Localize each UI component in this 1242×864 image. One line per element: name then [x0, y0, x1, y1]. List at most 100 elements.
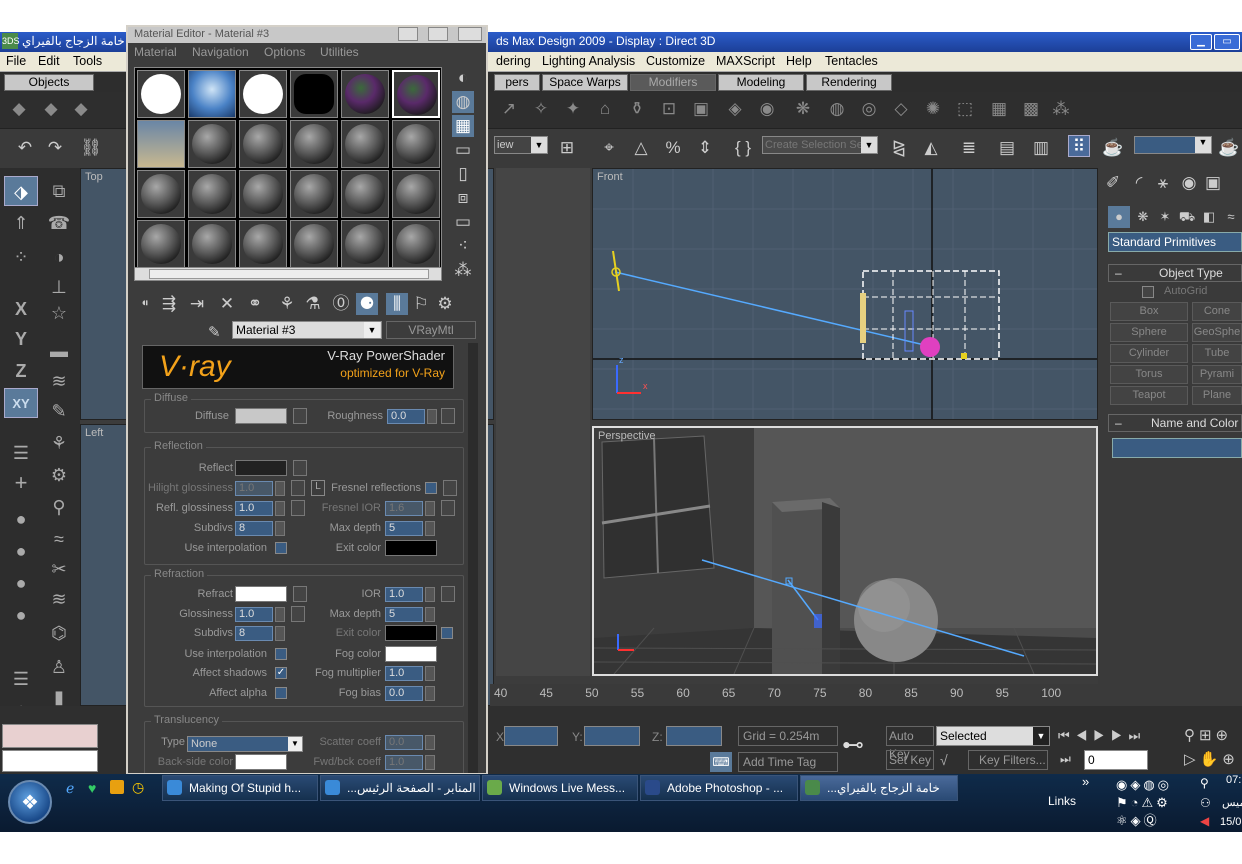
show-map-icon[interactable]: ⓪	[330, 293, 352, 315]
bulb-icon[interactable]: ●	[4, 600, 38, 630]
hierarchy-tab-icon[interactable]: ⚹	[1152, 172, 1174, 194]
messenger-icon[interactable]: ♥	[88, 780, 96, 796]
uv-tiling-icon[interactable]: ▭	[452, 139, 474, 161]
ribbon-tool-icon[interactable]: ◆	[8, 98, 30, 120]
sample-slot[interactable]	[341, 220, 389, 268]
sample-slot-scrollbar[interactable]	[134, 267, 442, 281]
paint-icon[interactable]: ⚘	[42, 428, 76, 458]
refr-exit-color-swatch[interactable]	[385, 625, 437, 641]
material-name-field[interactable]: Material #3	[232, 321, 382, 339]
curve-editor-icon[interactable]: ▤	[996, 137, 1018, 159]
fresnel-ior-map-button[interactable]	[441, 500, 455, 516]
refr-exit-color-checkbox[interactable]	[441, 627, 453, 639]
hilight-spinner[interactable]	[275, 481, 285, 496]
add-time-tag[interactable]: Add Time Tag	[738, 752, 838, 772]
lights-icon[interactable]: ✶	[1154, 206, 1176, 228]
sample-slot[interactable]	[341, 70, 389, 118]
make-unique-icon[interactable]: ⚭	[244, 293, 266, 315]
refract-color-swatch[interactable]	[235, 586, 287, 602]
taskbar-item-3dsmax[interactable]: ...خامة الزجاج بالفيراي	[800, 775, 958, 801]
diffuse-map-button[interactable]	[293, 408, 307, 424]
refl-glossiness-value[interactable]: 1.0	[235, 501, 273, 516]
chevron-down-icon[interactable]: ▼	[364, 322, 380, 338]
put-to-scene-icon[interactable]: ⇶	[158, 293, 180, 315]
roughness-map-button[interactable]	[441, 408, 455, 424]
edit-named-sets-icon[interactable]: { }	[732, 137, 754, 159]
options-icon[interactable]: ▭	[452, 211, 474, 233]
ribbon-tool-icon[interactable]: ⌂	[594, 98, 616, 120]
me-menu-options[interactable]: Options	[264, 45, 305, 59]
ie-icon[interactable]: ℯ	[66, 780, 74, 797]
pick-from-object-icon[interactable]: ⚙	[434, 293, 456, 315]
select-object-icon[interactable]: ⬗	[4, 176, 38, 206]
links-toolbar[interactable]: Links	[1048, 794, 1076, 808]
autogrid-checkbox[interactable]	[1142, 286, 1154, 298]
angle-snap-icon[interactable]: △	[630, 137, 652, 159]
name-color-rollout[interactable]: – Name and Color	[1108, 414, 1242, 432]
selection-set-dropdown[interactable]: Create Selection Se ▼	[762, 136, 878, 154]
reflect-map-button[interactable]	[293, 460, 307, 476]
taskbar-item-ie[interactable]: Making Of Stupid h...	[162, 775, 318, 801]
menu-edit[interactable]: Edit	[38, 54, 60, 68]
sample-slot[interactable]	[137, 220, 185, 268]
modify-tab-icon[interactable]: ◜	[1128, 172, 1150, 194]
material-navigator-icon[interactable]: ⁂	[452, 259, 474, 281]
coord-z-field[interactable]	[666, 726, 722, 746]
geometry-icon[interactable]: ●	[1108, 206, 1130, 228]
menu-customize[interactable]: Customize	[646, 54, 705, 68]
tab-rendering[interactable]: Rendering	[806, 74, 892, 91]
refl-exit-color-swatch[interactable]	[385, 540, 437, 556]
sample-slot[interactable]	[239, 120, 287, 168]
coord-x-field[interactable]	[504, 726, 558, 746]
ribbon-tool-icon[interactable]: ✦	[562, 98, 584, 120]
me-menu-utilities[interactable]: Utilities	[320, 45, 359, 59]
tab-modeling[interactable]: Modeling	[718, 74, 804, 91]
key-filters-button[interactable]: Key Filters...	[968, 750, 1048, 770]
clock-app-icon[interactable]: ◷	[132, 779, 144, 796]
gear-icon[interactable]: ⚙	[42, 460, 76, 490]
set-key-button[interactable]: Set Key	[886, 750, 934, 770]
link-icon[interactable]: ⛓	[80, 137, 102, 159]
go-parent-icon[interactable]: ⫼	[386, 293, 408, 315]
refr-max-depth-value[interactable]: 5	[385, 607, 423, 622]
playback-controls[interactable]: ⏮◀▶▶⏭	[1058, 728, 1146, 744]
object-name-input[interactable]	[1112, 438, 1242, 458]
ior-value[interactable]: 1.0	[385, 587, 423, 602]
taskbar-item-photoshop[interactable]: Adobe Photoshop - ...	[640, 775, 798, 801]
sample-slot[interactable]	[290, 220, 338, 268]
reference-coord-dropdown[interactable]: iew ▼	[494, 136, 548, 154]
show-end-result-icon[interactable]: ⚈	[356, 293, 378, 315]
refr-subdivs-spinner[interactable]	[275, 626, 285, 641]
sample-slot[interactable]	[392, 70, 440, 118]
undo-icon[interactable]: ↶	[14, 137, 36, 159]
display-tab-icon[interactable]: ▣	[1202, 172, 1224, 194]
tray-icon[interactable]: ⚇	[1200, 796, 1211, 810]
ribbon-tool-icon[interactable]: ⬚	[954, 98, 976, 120]
me-maximize-button[interactable]	[428, 27, 448, 41]
me-close-button[interactable]	[458, 27, 482, 41]
ribbon-tool-icon[interactable]: ⚱	[626, 98, 648, 120]
motion-tab-icon[interactable]: ◉	[1178, 172, 1200, 194]
fog-multiplier-value[interactable]: 1.0	[385, 666, 423, 681]
maxscript-listener[interactable]	[2, 724, 98, 748]
tab-helpers[interactable]: pers	[494, 74, 540, 91]
rotate-icon[interactable]: ☎	[42, 208, 76, 238]
media-player-icon[interactable]	[110, 780, 124, 794]
layer-manager-icon[interactable]: ≣	[958, 137, 980, 159]
hilight-lock-button[interactable]: L	[311, 480, 325, 496]
menu-maxscript[interactable]: MAXScript	[716, 54, 775, 68]
refl-subdivs-spinner[interactable]	[275, 521, 285, 536]
primitive-button[interactable]: Cone	[1192, 302, 1242, 321]
refl-max-depth-value[interactable]: 5	[385, 521, 423, 536]
refl-gloss-spinner[interactable]	[275, 501, 285, 516]
get-material-icon[interactable]: ⁌	[134, 293, 156, 315]
ior-map-button[interactable]	[441, 586, 455, 602]
object-type-rollout[interactable]: – Object Type	[1108, 264, 1242, 282]
axis-y-button[interactable]: Y	[4, 324, 38, 354]
refl-subdivs-value[interactable]: 8	[235, 521, 273, 536]
material-effects-icon[interactable]: ⚗	[302, 293, 324, 315]
tray-icon[interactable]: ⚲	[1200, 776, 1209, 790]
list-icon[interactable]: ☰	[4, 438, 38, 468]
maxscript-input[interactable]	[2, 750, 98, 772]
fresnel-ior-value[interactable]: 1.6	[385, 501, 423, 516]
